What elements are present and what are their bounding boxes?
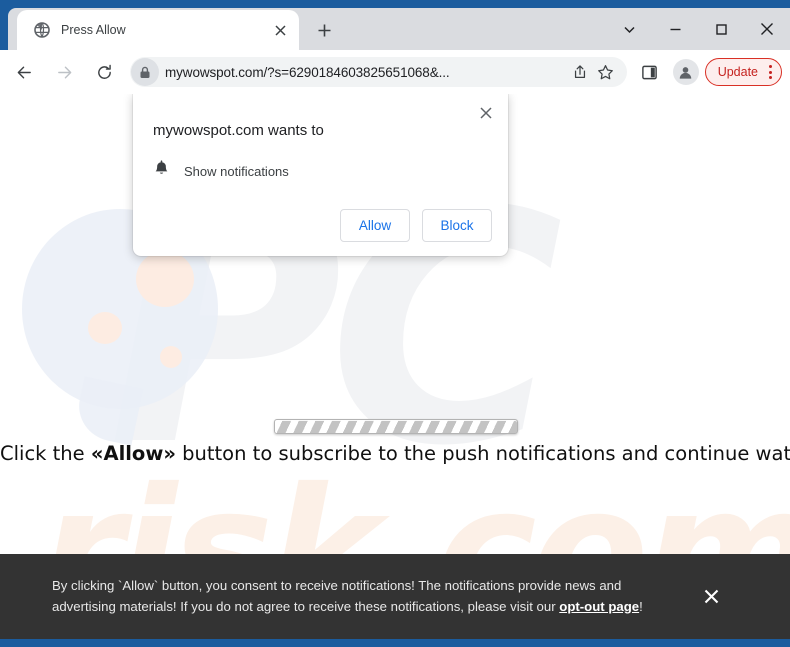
avatar[interactable] [672,59,699,85]
consent-line-1: By clicking `Allow` button, you consent … [52,578,622,594]
bell-icon [153,160,170,183]
new-tab-button[interactable] [309,15,339,45]
update-button-label: Update [717,65,758,79]
watermark-dot-small [160,346,182,368]
opt-out-link[interactable]: opt-out page [559,599,639,614]
consent-banner-close-icon[interactable] [694,580,728,614]
watermark-dot-medium [88,312,122,344]
globe-icon [33,22,50,39]
block-button[interactable]: Block [422,209,492,242]
address-bar[interactable]: mywowspot.com/?s=6290184603825651068&... [130,57,627,87]
dialog-close-icon[interactable] [474,101,498,125]
instruction-after: button to subscribe to the push notifica… [175,442,790,465]
tab-strip: Press Allow [0,0,790,50]
minimize-icon[interactable] [652,8,698,50]
browser-window: Press Allow mywowspot.com/?s=62901846038… [0,0,790,647]
consent-banner: By clicking `Allow` button, you consent … [0,554,790,639]
page-viewport: PC risk.com Click the «Allow» button to … [0,94,790,639]
chevron-down-icon[interactable] [606,8,652,50]
instruction-highlight: «Allow» [90,442,176,465]
star-icon[interactable] [593,59,619,85]
update-button[interactable]: Update [704,58,782,86]
maximize-icon[interactable] [698,8,744,50]
notification-permission-dialog: mywowspot.com wants to Show notification… [133,94,508,256]
instruction-before: Click the [0,442,91,465]
consent-line-2-before: advertising materials! If you do not agr… [52,598,560,614]
window-controls [606,8,790,50]
close-icon[interactable] [744,8,790,50]
dialog-title: mywowspot.com wants to [153,122,324,139]
watermark-bubble-tail [72,376,144,446]
kebab-menu-icon[interactable] [765,65,776,79]
dialog-permission-row: Show notifications [153,160,492,183]
share-icon[interactable] [567,59,593,85]
dialog-actions: Allow Block [153,209,492,242]
loading-progress-bar [274,419,518,434]
url-text[interactable]: mywowspot.com/?s=6290184603825651068&... [165,65,567,80]
back-arrow-icon[interactable] [7,55,41,89]
allow-button[interactable]: Allow [340,209,410,242]
consent-banner-text: By clicking `Allow` button, you consent … [52,576,682,617]
browser-toolbar: mywowspot.com/?s=6290184603825651068&... [0,50,790,94]
page-instruction-text: Click the «Allow» button to subscribe to… [0,442,790,465]
lock-icon[interactable] [131,58,159,86]
tab-close-icon[interactable] [269,19,291,41]
forward-arrow-icon[interactable] [47,55,81,89]
watermark-dot-large [136,251,194,307]
dialog-permission-label: Show notifications [184,164,289,179]
window-bottom-edge [0,639,790,647]
consent-line-2-after: ! [639,598,643,614]
side-panel-icon[interactable] [635,57,665,87]
browser-tab[interactable]: Press Allow [17,10,299,50]
tab-title: Press Allow [61,23,126,37]
reload-icon[interactable] [87,55,121,89]
